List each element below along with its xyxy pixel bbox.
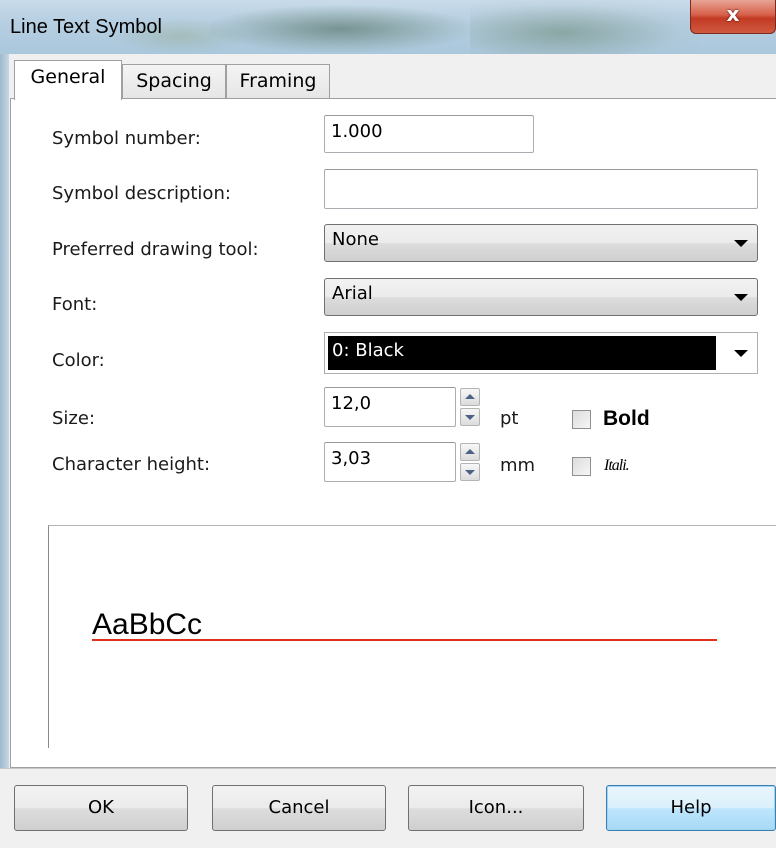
line-text-symbol-dialog: Line Text Symbol x General Spacing Frami… <box>0 0 776 848</box>
font-value: Arial <box>332 283 373 304</box>
title-bar[interactable]: Line Text Symbol x <box>0 0 776 54</box>
character-height-increment-button[interactable] <box>460 443 480 461</box>
drawing-tool-value: None <box>332 229 379 250</box>
tab-spacing[interactable]: Spacing <box>122 64 226 98</box>
chevron-down-icon <box>734 350 748 357</box>
color-swatch: 0: Black <box>328 336 716 370</box>
symbol-description-label: Symbol description: <box>52 183 231 204</box>
size-unit: pt <box>500 408 519 429</box>
symbol-description-input[interactable] <box>324 169 758 209</box>
tab-general[interactable]: General <box>14 60 122 100</box>
color-value: 0: Black <box>332 340 404 361</box>
color-label: Color: <box>52 350 105 371</box>
tab-general-label: General <box>30 66 106 88</box>
bold-label: Bold <box>603 407 650 430</box>
font-label: Font: <box>52 294 98 315</box>
tab-spacing-label: Spacing <box>136 70 212 92</box>
text-preview: AaBbCc <box>48 525 776 748</box>
symbol-number-label: Symbol number: <box>52 128 201 149</box>
size-decrement-button[interactable] <box>460 408 480 426</box>
size-label: Size: <box>52 408 96 429</box>
titlebar-background-blur <box>210 6 470 52</box>
drawing-tool-label: Preferred drawing tool: <box>52 239 259 260</box>
tab-framing-label: Framing <box>239 70 317 92</box>
preview-sample-text: AaBbCc <box>92 608 203 641</box>
symbol-number-input[interactable]: 1.000 <box>324 115 534 153</box>
window-frame-left <box>0 54 9 848</box>
italic-checkbox[interactable] <box>572 457 591 476</box>
help-button[interactable]: Help <box>606 785 776 831</box>
titlebar-background-blur <box>470 0 700 54</box>
preview-baseline-line <box>92 639 717 641</box>
cancel-button[interactable]: Cancel <box>212 785 386 831</box>
bold-checkbox[interactable] <box>572 410 591 429</box>
color-select[interactable]: 0: Black <box>324 332 758 374</box>
character-height-input[interactable]: 3,03 <box>324 442 456 482</box>
character-height-label: Character height: <box>52 454 211 475</box>
icon-button[interactable]: Icon... <box>408 785 584 831</box>
window-title: Line Text Symbol <box>10 16 162 38</box>
character-height-unit: mm <box>500 455 536 476</box>
size-increment-button[interactable] <box>460 388 480 406</box>
close-icon: x <box>726 2 740 26</box>
close-button[interactable]: x <box>690 0 776 34</box>
drawing-tool-select[interactable]: None <box>324 224 758 262</box>
tab-framing[interactable]: Framing <box>226 64 330 98</box>
font-select[interactable]: Arial <box>324 278 758 316</box>
size-input[interactable]: 12,0 <box>324 387 456 427</box>
chevron-down-icon <box>734 240 748 247</box>
chevron-down-icon <box>734 294 748 301</box>
ok-button[interactable]: OK <box>14 785 188 831</box>
italic-label: Itali. <box>604 457 630 474</box>
character-height-decrement-button[interactable] <box>460 463 480 481</box>
